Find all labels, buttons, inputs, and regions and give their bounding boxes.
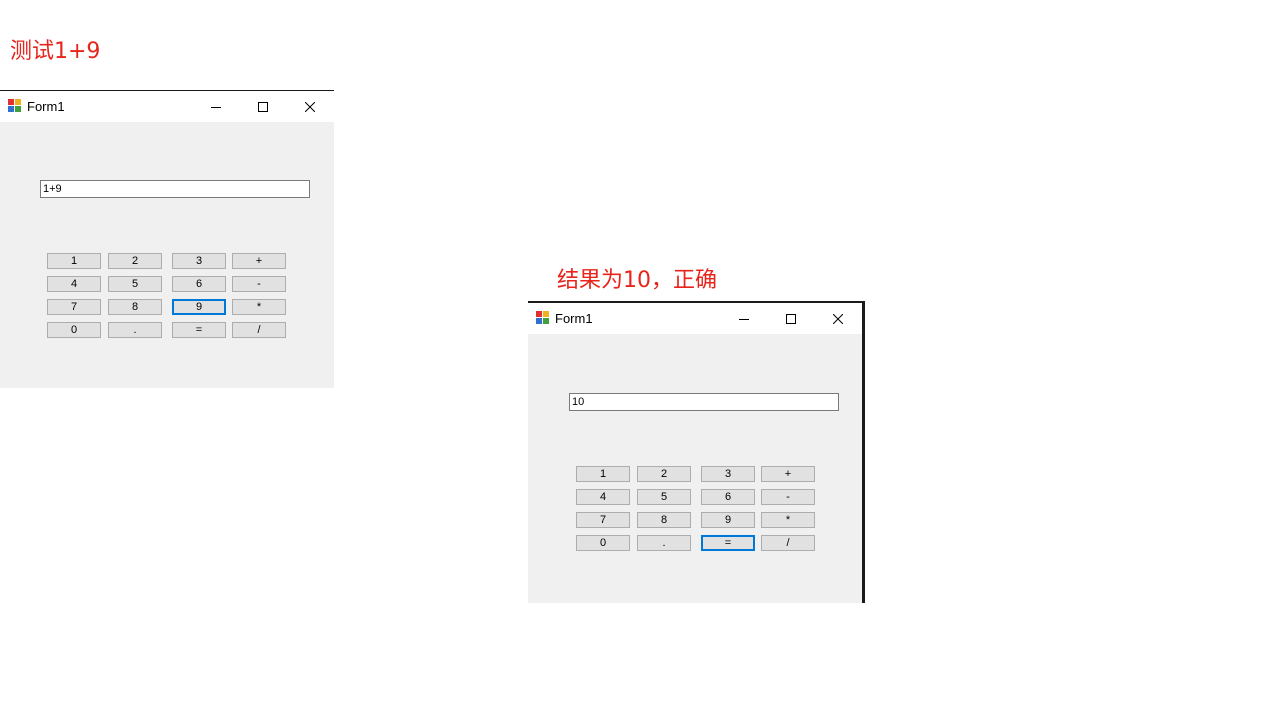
key-decimal-button[interactable]: . <box>637 535 691 551</box>
key-plus-button[interactable]: + <box>761 466 815 482</box>
key-equals-button[interactable]: = <box>172 322 226 338</box>
window-title: Form1 <box>555 311 593 326</box>
display-textbox[interactable]: 1+9 <box>40 180 310 198</box>
key-4-button[interactable]: 4 <box>47 276 101 292</box>
key-decimal-button[interactable]: . <box>108 322 162 338</box>
key-2-button[interactable]: 2 <box>637 466 691 482</box>
key-divide-button[interactable]: / <box>232 322 286 338</box>
key-8-button[interactable]: 8 <box>637 512 691 528</box>
maximize-icon <box>258 101 268 112</box>
form-app-icon <box>536 311 550 324</box>
key-4-button[interactable]: 4 <box>576 489 630 505</box>
key-equals-button[interactable]: = <box>701 535 755 551</box>
key-3-button[interactable]: 3 <box>701 466 755 482</box>
key-0-button[interactable]: 0 <box>47 322 101 338</box>
key-9-button[interactable]: 9 <box>701 512 755 528</box>
close-icon <box>305 101 315 112</box>
key-7-button[interactable]: 7 <box>47 299 101 315</box>
key-minus-button[interactable]: - <box>232 276 286 292</box>
key-multiply-button[interactable]: * <box>761 512 815 528</box>
calculator-window: Form1 10 1 2 3 +4 5 6- 7 8 9 * 0. = / <box>528 303 862 603</box>
key-2-button[interactable]: 2 <box>108 253 162 269</box>
close-button[interactable] <box>287 91 333 122</box>
key-5-button[interactable]: 5 <box>108 276 162 292</box>
close-button[interactable] <box>815 303 861 334</box>
key-9-button[interactable]: 9 <box>172 299 226 315</box>
key-5-button[interactable]: 5 <box>637 489 691 505</box>
title-bar[interactable]: Form1 <box>0 91 334 122</box>
display-textbox[interactable]: 10 <box>569 393 839 411</box>
window-title: Form1 <box>27 99 65 114</box>
minimize-icon <box>211 102 221 112</box>
test-caption: 测试1+9 <box>10 39 101 64</box>
maximize-icon <box>786 313 796 324</box>
key-6-button[interactable]: 6 <box>701 489 755 505</box>
key-6-button[interactable]: 6 <box>172 276 226 292</box>
minimize-button[interactable] <box>721 303 767 334</box>
key-8-button[interactable]: 8 <box>108 299 162 315</box>
key-1-button[interactable]: 1 <box>47 253 101 269</box>
key-7-button[interactable]: 7 <box>576 512 630 528</box>
title-bar[interactable]: Form1 <box>528 303 862 334</box>
key-0-button[interactable]: 0 <box>576 535 630 551</box>
close-icon <box>833 313 843 324</box>
key-minus-button[interactable]: - <box>761 489 815 505</box>
key-multiply-button[interactable]: * <box>232 299 286 315</box>
minimize-icon <box>739 314 749 324</box>
calculator-window: Form1 1+9 1 2 3 +4 5 6- 7 8 9 * 0. = / <box>0 91 334 388</box>
key-plus-button[interactable]: + <box>232 253 286 269</box>
result-caption: 结果为10，正确 <box>557 268 717 293</box>
maximize-button[interactable] <box>768 303 814 334</box>
key-divide-button[interactable]: / <box>761 535 815 551</box>
key-3-button[interactable]: 3 <box>172 253 226 269</box>
key-1-button[interactable]: 1 <box>576 466 630 482</box>
form-app-icon <box>8 99 22 112</box>
maximize-button[interactable] <box>240 91 286 122</box>
minimize-button[interactable] <box>193 91 239 122</box>
window-border-right <box>862 301 865 603</box>
